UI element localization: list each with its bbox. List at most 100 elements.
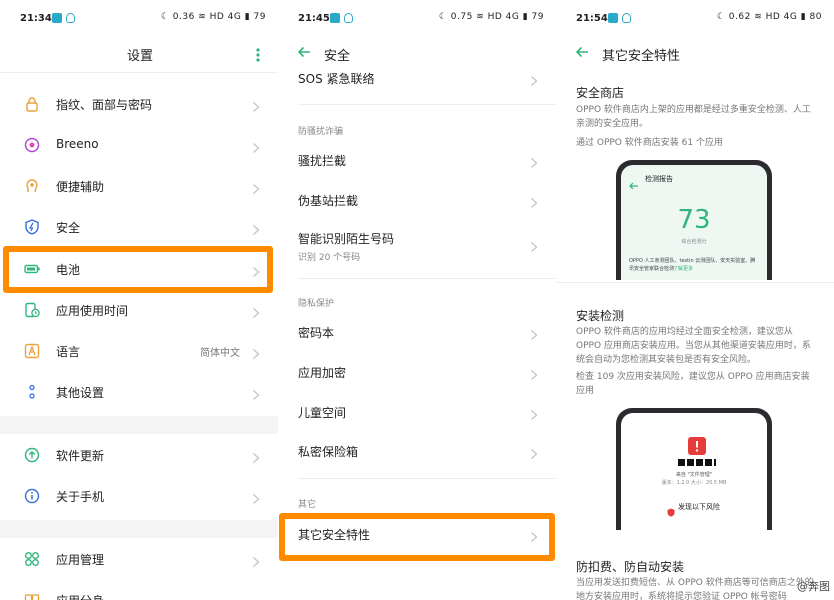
status-indicators: ☾ 0.62 ≋ HD 4G ▮ 80 (716, 12, 822, 22)
status-time: 21:45 (298, 13, 330, 24)
settings-item-security[interactable]: 安全 (0, 207, 278, 247)
item-label: 私密保险箱 (298, 445, 359, 459)
redacted-app-name (678, 459, 716, 466)
language-icon (24, 343, 40, 359)
safe-store-description: OPPO 软件商店内上架的应用都是经过多重安全检测、人工亲测的安全应用。 (576, 105, 811, 129)
security-score: 73 (677, 205, 711, 235)
fake-base-station-item[interactable]: 伪基站拦截 (278, 180, 556, 220)
status-bar: 21:34 ☾ 0.36 ≋ HD 4G ▮ 79 (0, 0, 278, 38)
settings-item-app-management[interactable]: 应用管理 (0, 539, 278, 579)
header: 其它安全特性 (556, 38, 834, 70)
page-title: 设置 (127, 49, 154, 64)
screen-time-icon (24, 302, 40, 318)
install-check-description: OPPO 软件商店的应用均经过全面安全检测，建议您从 OPPO 应用商店安装应用… (576, 327, 811, 365)
settings-item-about-phone[interactable]: 关于手机 (0, 476, 278, 516)
item-label: 智能识别陌生号码 (298, 232, 395, 246)
settings-item-language[interactable]: 语言 简体中文 (0, 331, 278, 371)
bell-icon (66, 13, 75, 23)
settings-item-software-update[interactable]: 软件更新 (0, 435, 278, 475)
install-check-title: 安装检测 (576, 309, 625, 323)
shield-icon (24, 219, 40, 235)
back-arrow-icon[interactable] (574, 44, 590, 60)
divider (298, 278, 556, 279)
report-note: OPPO 人工亲测团队、testin 云测团队、安天实验室、腾讯安全管家联合检测 (629, 258, 756, 272)
header: 设置 (0, 38, 278, 70)
warning-icon (688, 437, 706, 455)
settings-item-label: 应用管理 (56, 553, 105, 567)
app-notification-icon (608, 13, 618, 23)
anti-fraud-description: 当应用发送扣费短信、从 OPPO 软件商店等可信商店之外的地方安装应用时，系统将… (576, 578, 814, 600)
item-label: 儿童空间 (298, 406, 347, 420)
risk-found-text: 发现以下风险 (678, 503, 720, 511)
settings-item-fingerprint[interactable]: 指纹、面部与密码 (0, 84, 278, 124)
bell-icon (622, 13, 631, 23)
security-panel: 21:45 ☾ 0.75 ≋ HD 4G ▮ 79 安全 SOS 紧急联络 防骚… (278, 0, 556, 600)
anti-fraud-title: 防扣费、防自动安装 (576, 560, 685, 574)
settings-item-label: 关于手机 (56, 490, 105, 504)
status-bar: 21:45 ☾ 0.75 ≋ HD 4G ▮ 79 (278, 0, 556, 38)
phone-screen: 来自 "文件管理" 版本：1.2.0 大小：20.5 MB 发现以下风险 (621, 413, 767, 530)
settings-panel: 21:34 ☾ 0.36 ≋ HD 4G ▮ 79 设置 指纹、面部与密码 Br… (0, 0, 278, 600)
highlight-box (3, 246, 273, 293)
status-bar: 21:54 ☾ 0.62 ≋ HD 4G ▮ 80 (556, 0, 834, 38)
password-book-item[interactable]: 密码本 (278, 312, 556, 352)
settings-item-screen-time[interactable]: 应用使用时间 (0, 290, 278, 330)
page-title: 其它安全特性 (602, 49, 681, 64)
sos-contact-item[interactable]: SOS 紧急联络 (278, 58, 556, 98)
section-gap (0, 416, 278, 434)
settings-item-app-split[interactable]: 应用分身 (0, 580, 278, 600)
chevron-right-icon (252, 304, 260, 318)
item-label: 密码本 (298, 326, 335, 340)
install-check-count: 检查 109 次应用安装风险，建议您从 OPPO 应用商店安装应用 (576, 372, 810, 396)
status-time: 21:34 (20, 13, 52, 24)
settings-item-label: 语言 (56, 345, 81, 359)
kids-space-item[interactable]: 儿童空间 (278, 392, 556, 432)
settings-item-label: 软件更新 (56, 449, 105, 463)
settings-item-label: 安全 (56, 221, 81, 235)
chevron-right-icon (252, 98, 260, 112)
phone-screen: 检测报告 73 综合检测分 OPPO 人工亲测团队、testin 云测团队、安天… (621, 165, 767, 280)
bell-icon (344, 13, 353, 23)
phone-mockup-install: 来自 "文件管理" 版本：1.2.0 大小：20.5 MB 发现以下风险 (616, 408, 772, 530)
settings-item-accessibility[interactable]: 便捷辅助 (0, 166, 278, 206)
safe-store-title: 安全商店 (576, 86, 625, 100)
private-safe-item[interactable]: 私密保险箱 (278, 431, 556, 471)
section-header-other: 其它 (298, 500, 317, 510)
harassment-block-item[interactable]: 骚扰拦截 (278, 140, 556, 180)
safe-store-count: 通过 OPPO 软件商店安装 61 个应用 (576, 138, 723, 148)
settings-item-label: 便捷辅助 (56, 180, 105, 194)
status-indicators: ☾ 0.75 ≋ HD 4G ▮ 79 (438, 12, 544, 22)
report-title: 检测报告 (645, 175, 673, 183)
score-label: 综合检测分 (681, 239, 707, 245)
app-notification-icon (330, 13, 340, 23)
chevron-right-icon (252, 386, 260, 400)
other-settings-icon (24, 384, 40, 400)
language-value: 简体中文 (200, 348, 240, 359)
breeno-icon (24, 137, 40, 153)
settings-item-other-settings[interactable]: 其他设置 (0, 372, 278, 412)
smart-caller-id-item[interactable]: 智能识别陌生号码 识别 20 个号码 (278, 218, 556, 266)
settings-item-label: 应用分身 (56, 592, 104, 600)
settings-item-label: 指纹、面部与密码 (56, 98, 153, 112)
item-label: SOS 紧急联络 (298, 72, 375, 86)
chevron-right-icon (530, 366, 538, 380)
section-header-antifraud: 防骚扰诈骗 (298, 127, 344, 137)
learn-more-link[interactable]: 了解更多 (673, 265, 693, 272)
divider (298, 104, 556, 105)
item-label: 骚扰拦截 (298, 154, 347, 168)
chevron-right-icon (530, 326, 538, 340)
divider (298, 478, 556, 479)
settings-item-label: 应用使用时间 (56, 304, 129, 318)
chevron-right-icon (252, 553, 260, 567)
more-options-icon[interactable] (256, 47, 260, 62)
chevron-right-icon (252, 345, 260, 359)
settings-item-breeno[interactable]: Breeno (0, 125, 278, 165)
chevron-right-icon (530, 154, 538, 168)
app-encryption-item[interactable]: 应用加密 (278, 352, 556, 392)
chevron-right-icon (530, 194, 538, 208)
settings-item-label: Breeno (56, 137, 99, 151)
about-phone-icon (24, 488, 40, 504)
status-indicators: ☾ 0.36 ≋ HD 4G ▮ 79 (160, 12, 266, 22)
item-subtitle: 识别 20 个号码 (298, 253, 361, 263)
watermark: @奔图 (797, 580, 830, 593)
